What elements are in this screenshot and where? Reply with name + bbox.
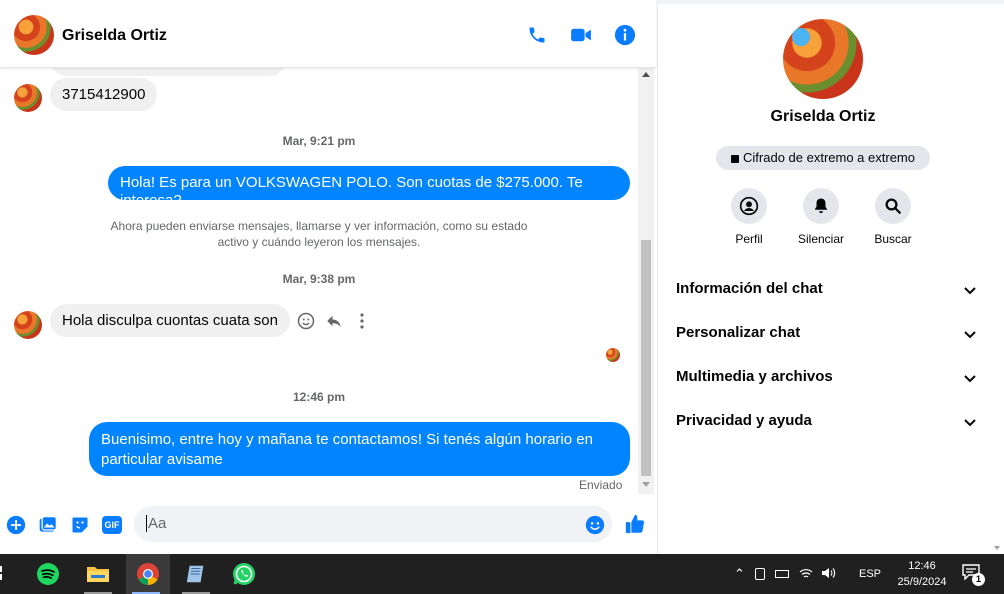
mute-action[interactable]: Silenciar [791,188,851,246]
system-message: Ahora pueden enviarse mensajes, llamarse… [110,219,528,249]
notification-center-icon[interactable]: 1 [962,564,985,586]
chevron-down-icon [964,282,976,299]
whatsapp-icon[interactable] [224,554,264,594]
chevron-down-icon [964,326,976,343]
encryption-label: Cifrado de extremo a extremo [743,150,915,165]
phone-icon[interactable] [524,22,550,48]
chrome-icon[interactable] [126,554,170,594]
battery-icon[interactable] [774,570,789,578]
timestamp: Mar, 9:21 pm [282,134,356,148]
timestamp: Mar, 9:38 pm [282,272,356,286]
menu-label: Multimedia y archivos [676,368,833,385]
message-bubble-partial [50,68,286,76]
clock-time: 12:46 [908,560,936,572]
menu-label: Personalizar chat [676,324,801,341]
react-emoji-icon[interactable] [297,312,317,332]
message-outgoing: Hola! Es para un VOLKSWAGEN POLO. Son cu… [108,166,630,209]
file-explorer-icon[interactable] [78,554,118,594]
contact-avatar[interactable] [14,15,54,55]
menu-chat-info[interactable]: Información del chat [676,268,976,312]
contact-name[interactable]: Griselda Ortiz [62,27,167,45]
chevron-down-icon [964,370,976,387]
avatar-emoji-badge-icon [792,28,810,46]
windows-taskbar: ⌃ ESP 12:46 25/9/2024 1 [0,554,1004,594]
task-view-icon[interactable] [0,566,6,582]
message-list[interactable]: 3715412900 Mar, 9:21 pm Hola! Es para un… [0,68,638,498]
spotify-icon[interactable] [28,554,68,594]
like-thumbs-up-icon[interactable] [623,512,647,536]
scroll-down-arrow-icon[interactable] [642,482,650,487]
profile-icon[interactable] [731,188,767,224]
system-tray: ⌃ [734,554,844,594]
message-outgoing: Buenisimo, entre hoy y mañana te contact… [89,422,630,476]
chevron-down-icon [964,414,976,431]
message-input[interactable]: Aa [134,506,612,542]
contact-avatar-small [14,311,42,339]
photo-icon[interactable] [37,514,59,536]
menu-privacy-help[interactable]: Privacidad y ayuda [676,400,976,444]
emoji-icon[interactable] [584,514,606,536]
delivery-status: Enviado [579,478,623,492]
chat-info-panel: Griselda Ortiz Cifrado de extremo a extr… [657,4,1004,554]
message-composer: GIF Aa [0,500,656,550]
sticker-icon[interactable] [69,514,91,536]
scrollbar-thumb[interactable] [641,240,651,476]
menu-label: Información del chat [676,280,823,297]
profile-name: Griselda Ortiz [770,108,876,125]
timestamp: 12:46 pm [292,390,346,404]
show-hidden-icons-chevron-icon[interactable]: ⌃ [734,566,745,582]
message-incoming: 3715412900 [50,78,158,111]
chat-header: Griselda Ortiz [0,4,656,68]
reply-icon[interactable] [325,312,345,332]
notes-app-icon[interactable] [176,554,216,594]
message-scrollbar[interactable] [638,68,654,494]
panel-scroll-down-icon[interactable] [994,546,1000,550]
menu-customize-chat[interactable]: Personalizar chat [676,312,976,356]
read-receipt-avatar [606,348,620,362]
search-action[interactable]: Buscar [863,188,923,246]
mute-action-label: Silenciar [797,232,845,246]
lock-icon [731,155,740,163]
search-action-label: Buscar [874,232,912,246]
profile-action-label: Perfil [735,232,763,246]
info-icon[interactable] [612,22,638,48]
bell-icon[interactable] [803,188,839,224]
notification-count-badge: 1 [972,573,985,586]
video-camera-icon[interactable] [568,22,594,48]
language-indicator[interactable]: ESP [859,554,881,594]
encryption-badge: Cifrado de extremo a extremo [716,146,930,170]
message-input-placeholder: Aa [146,515,167,532]
device-icon[interactable] [754,568,765,580]
clock[interactable]: 12:46 25/9/2024 [890,558,954,590]
plus-circle-icon[interactable] [5,514,27,536]
gif-icon[interactable]: GIF [101,514,123,536]
chat-pane: Griselda Ortiz 3715412900 Mar, 9:21 pm H… [0,0,656,554]
clock-date: 25/9/2024 [897,576,947,588]
search-icon[interactable] [875,188,911,224]
scroll-up-arrow-icon[interactable] [642,72,650,77]
message-incoming: Hola disculpa cuontas cuata son [50,304,290,337]
contact-avatar-small [14,84,42,112]
profile-action[interactable]: Perfil [719,188,779,246]
wifi-icon[interactable] [799,567,813,582]
menu-label: Privacidad y ayuda [676,412,812,429]
more-options-icon[interactable] [355,312,369,332]
volume-icon[interactable] [821,567,837,582]
menu-media-files[interactable]: Multimedia y archivos [676,356,976,400]
gif-label: GIF [102,516,122,534]
